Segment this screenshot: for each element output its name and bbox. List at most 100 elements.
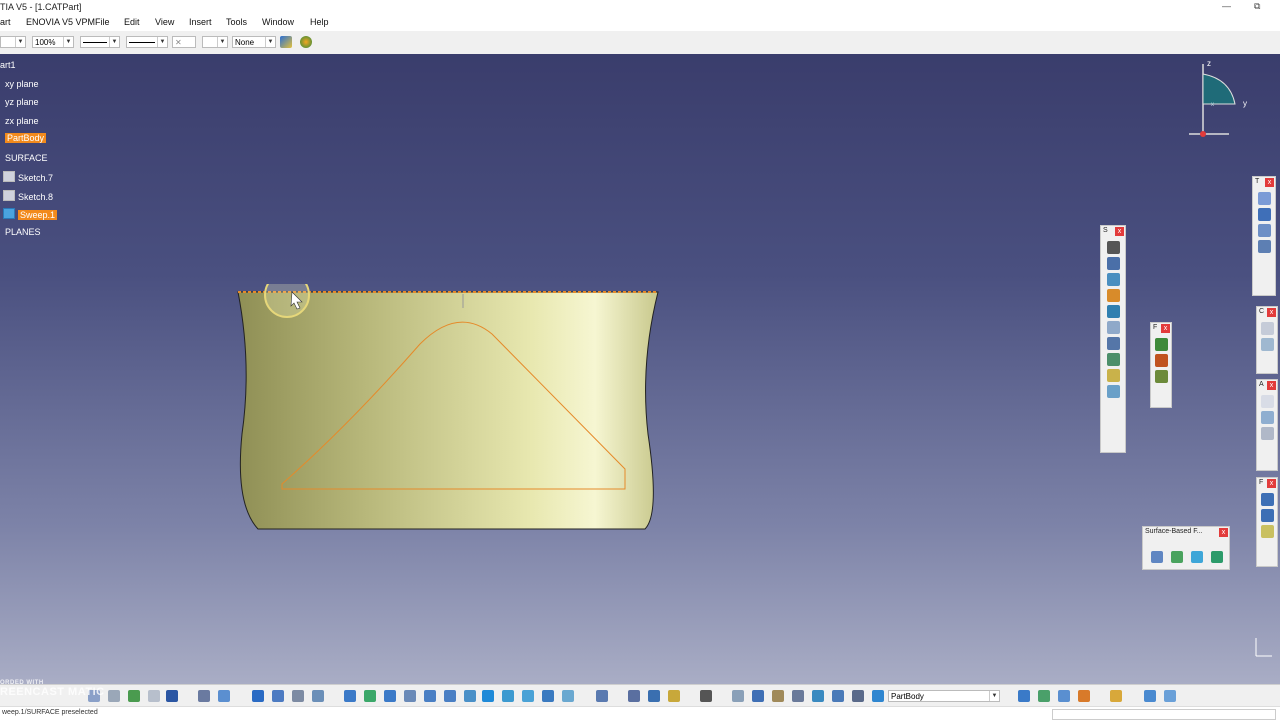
plane-icon[interactable] xyxy=(1260,525,1274,538)
line-weight-combo[interactable]: ▼ xyxy=(126,36,168,48)
rotate-icon[interactable] xyxy=(404,690,416,702)
menu-help[interactable]: Help xyxy=(310,17,329,27)
tool-icon[interactable] xyxy=(1018,690,1030,702)
tool-icon[interactable] xyxy=(292,690,304,702)
tool-icon[interactable] xyxy=(218,690,230,702)
tree-item-sweep1[interactable]: Sweep.1 xyxy=(3,208,58,220)
tool-icon[interactable] xyxy=(1106,369,1120,382)
tool-icon[interactable] xyxy=(1106,289,1120,302)
layer-combo[interactable]: ▼ xyxy=(0,36,26,48)
sketcher-icon[interactable] xyxy=(1106,241,1120,254)
tree-item-sketch7[interactable]: Sketch.7 xyxy=(3,171,53,183)
tool-icon[interactable] xyxy=(1260,395,1274,408)
tool-icon[interactable] xyxy=(272,690,284,702)
swap-space-icon[interactable] xyxy=(542,690,554,702)
3d-viewport[interactable]: art1 xy plane yz plane zx plane PartBody… xyxy=(0,54,1280,684)
zoom-in-icon[interactable] xyxy=(424,690,436,702)
tool-icon[interactable] xyxy=(1260,322,1274,335)
format-painter-icon[interactable] xyxy=(280,36,292,48)
point-icon[interactable] xyxy=(1260,493,1274,506)
zoom-combo[interactable]: 100% ▼ xyxy=(32,36,74,48)
tree-item-surface[interactable]: SURFACE xyxy=(5,153,48,163)
tool-icon[interactable] xyxy=(1257,240,1271,253)
close-icon[interactable]: x xyxy=(1161,324,1170,333)
close-icon[interactable]: x xyxy=(1267,308,1276,317)
tool-icon[interactable] xyxy=(1260,338,1274,351)
close-icon[interactable]: x xyxy=(1219,528,1228,537)
close-icon[interactable]: x xyxy=(1265,178,1274,187)
tool-icon[interactable] xyxy=(1106,353,1120,366)
split-icon[interactable] xyxy=(1151,551,1163,563)
sew-surface-icon[interactable] xyxy=(1211,551,1223,563)
tree-item-partbody[interactable]: PartBody xyxy=(5,133,47,143)
tool-icon[interactable] xyxy=(1260,411,1274,424)
compass[interactable]: z y x xyxy=(1185,59,1255,139)
menu-view[interactable]: View xyxy=(155,17,174,27)
fit-all-icon[interactable] xyxy=(364,690,376,702)
tool-icon[interactable] xyxy=(1257,208,1271,221)
table-icon[interactable] xyxy=(252,690,264,702)
tool-icon[interactable] xyxy=(752,690,764,702)
menu-start[interactable]: art xyxy=(0,17,11,27)
line-type-combo[interactable]: ▼ xyxy=(80,36,120,48)
tool-icon[interactable] xyxy=(1260,427,1274,440)
tool-icon[interactable] xyxy=(312,690,324,702)
camera-icon[interactable] xyxy=(700,690,712,702)
zoom-out-icon[interactable] xyxy=(444,690,456,702)
fly-icon[interactable] xyxy=(344,690,356,702)
tool-icon[interactable] xyxy=(1257,192,1271,205)
tool-icon[interactable] xyxy=(108,690,120,702)
body-combo[interactable]: PartBody ▼ xyxy=(888,690,1000,702)
tool-icon[interactable] xyxy=(1106,273,1120,286)
hide-show-icon[interactable] xyxy=(522,690,534,702)
tool-icon[interactable] xyxy=(812,690,824,702)
close-icon[interactable]: x xyxy=(1267,479,1276,488)
command-input[interactable] xyxy=(1052,709,1276,720)
tree-item-xy-plane[interactable]: xy plane xyxy=(5,79,39,89)
line-icon[interactable] xyxy=(1260,509,1274,522)
tool-icon[interactable] xyxy=(1038,690,1050,702)
minimize-button[interactable]: — xyxy=(1222,1,1231,11)
help-icon[interactable] xyxy=(166,690,178,702)
axis-icon[interactable] xyxy=(772,690,784,702)
tool-icon[interactable] xyxy=(668,690,680,702)
tool-icon[interactable] xyxy=(1106,337,1120,350)
tool-icon[interactable] xyxy=(596,690,608,702)
tool-icon[interactable] xyxy=(792,690,804,702)
sweep-surface[interactable] xyxy=(237,291,659,530)
tool-icon[interactable] xyxy=(648,690,660,702)
tree-item-sketch8[interactable]: Sketch.8 xyxy=(3,190,53,202)
tool-icon[interactable] xyxy=(1106,257,1120,270)
tool-icon[interactable] xyxy=(128,690,140,702)
point-combo[interactable]: ✕ xyxy=(172,36,196,48)
close-surface-icon[interactable] xyxy=(1191,551,1203,563)
close-icon[interactable]: x xyxy=(1115,227,1124,236)
tool-icon[interactable] xyxy=(872,690,884,702)
tool-icon[interactable] xyxy=(1106,385,1120,398)
menu-enovia[interactable]: ENOVIA V5 VPM xyxy=(26,17,95,27)
tool-icon[interactable] xyxy=(1110,690,1122,702)
quick-view-icon[interactable] xyxy=(482,690,494,702)
none-combo[interactable]: None ▼ xyxy=(232,36,276,48)
tree-item-yz-plane[interactable]: yz plane xyxy=(5,97,39,107)
tool-icon[interactable] xyxy=(1078,690,1090,702)
pan-icon[interactable] xyxy=(384,690,396,702)
tool-icon[interactable] xyxy=(1144,690,1156,702)
tree-item-zx-plane[interactable]: zx plane xyxy=(5,116,39,126)
tool-icon[interactable] xyxy=(732,690,744,702)
tool-icon[interactable] xyxy=(1154,370,1168,383)
layer-number-combo[interactable]: ▼ xyxy=(202,36,228,48)
menu-edit[interactable]: Edit xyxy=(124,17,140,27)
menu-file[interactable]: File xyxy=(95,17,110,27)
thick-surface-icon[interactable] xyxy=(1171,551,1183,563)
menu-insert[interactable]: Insert xyxy=(189,17,212,27)
menu-tools[interactable]: Tools xyxy=(226,17,247,27)
tool-icon[interactable] xyxy=(562,690,574,702)
shading-icon[interactable] xyxy=(502,690,514,702)
tree-item-planes[interactable]: PLANES xyxy=(5,227,41,237)
tool-icon[interactable] xyxy=(1058,690,1070,702)
grid-icon[interactable] xyxy=(1257,224,1271,237)
menu-window[interactable]: Window xyxy=(262,17,294,27)
swept-surface-geometry[interactable] xyxy=(230,284,670,534)
tool-icon[interactable] xyxy=(148,690,160,702)
